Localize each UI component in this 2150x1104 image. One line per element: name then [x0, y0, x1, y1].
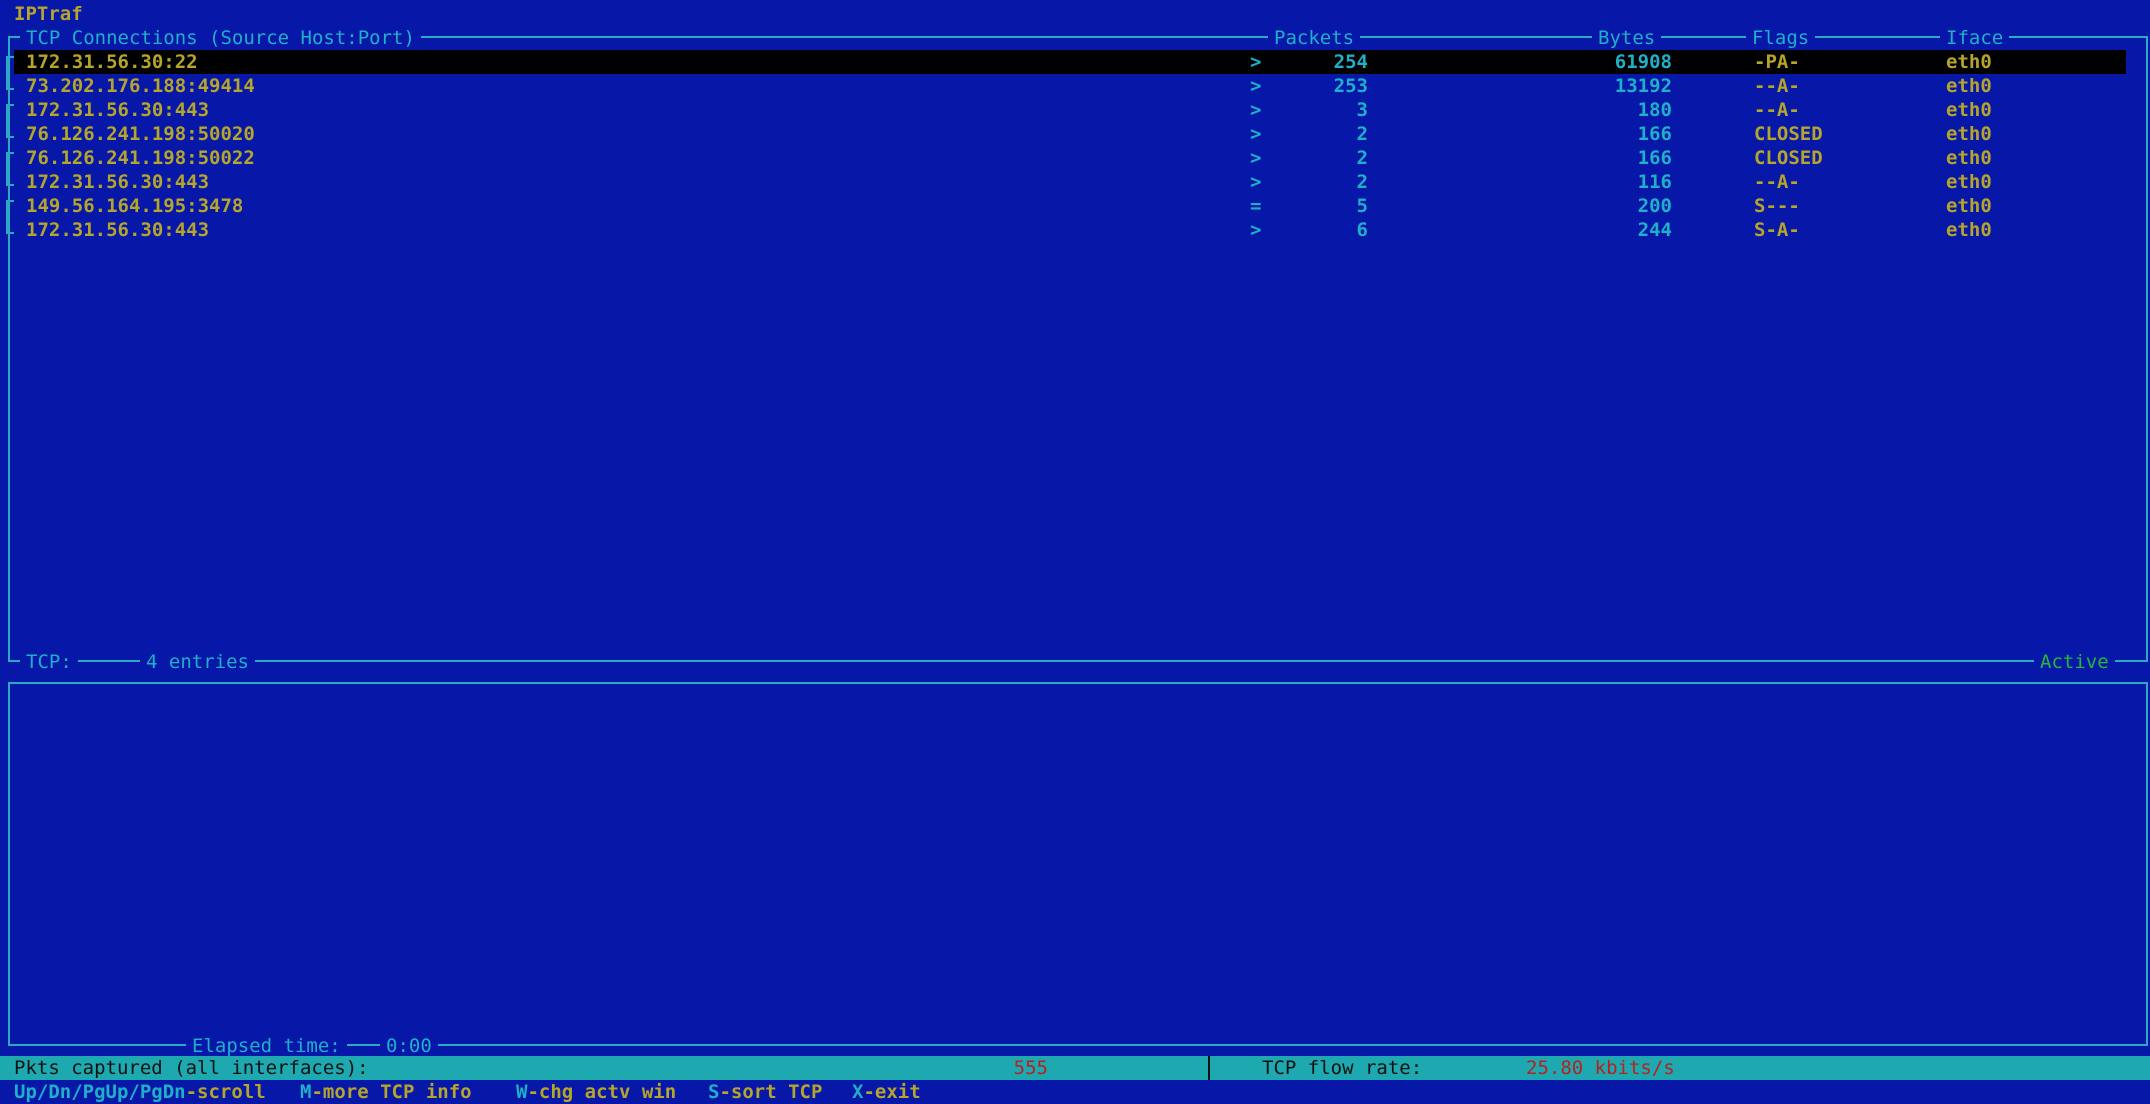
key-hint-more-info[interactable]: M-more TCP info — [300, 1080, 472, 1104]
row-host: 149.56.164.195:3478 — [26, 195, 244, 217]
row-flags: --A- — [1754, 171, 1800, 193]
row-iface: eth0 — [1946, 195, 1992, 217]
row-direction: > — [1250, 171, 1262, 193]
status-bar: Pkts captured (all interfaces): 555 TCP … — [0, 1056, 2150, 1080]
key-help-bar: Up/Dn/PgUp/PgDn-scroll M-more TCP info W… — [0, 1080, 2150, 1104]
row-flags: CLOSED — [1754, 123, 1823, 145]
row-bytes: 244 — [1637, 219, 1672, 241]
column-header-packets[interactable]: Packets — [1268, 26, 1361, 50]
key-hint-action: -exit — [863, 1081, 921, 1103]
row-direction: > — [1250, 51, 1262, 73]
table-row[interactable]: 76.126.241.198:50020 > 2 166 CLOSED eth0 — [14, 122, 2126, 146]
key-hint-change-window[interactable]: W-chg actv win — [516, 1080, 676, 1104]
app-title: IPTraf — [14, 3, 83, 25]
row-iface: eth0 — [1946, 171, 1992, 193]
row-iface: eth0 — [1946, 147, 1992, 169]
row-packets: 3 — [1356, 99, 1368, 121]
key-hint-key: W — [516, 1081, 528, 1103]
key-hint-key: Up/Dn/PgUp/PgDn — [14, 1081, 186, 1103]
active-window-indicator: Active — [2034, 650, 2115, 674]
key-hint-key: X — [852, 1081, 864, 1103]
row-flags: --A- — [1754, 75, 1800, 97]
row-packets: 253 — [1333, 75, 1368, 97]
status-divider — [1208, 1056, 1210, 1080]
key-hint-action: -chg actv win — [527, 1081, 677, 1103]
elapsed-time-label: Elapsed time: — [186, 1034, 347, 1058]
row-packets: 5 — [1356, 195, 1368, 217]
row-packets: 2 — [1356, 123, 1368, 145]
column-header-bytes[interactable]: Bytes — [1592, 26, 1662, 50]
row-flags: CLOSED — [1754, 147, 1823, 169]
row-bytes: 13192 — [1614, 75, 1672, 97]
key-hint-action: -more TCP info — [311, 1081, 472, 1103]
key-hint-key: M — [300, 1081, 312, 1103]
row-iface: eth0 — [1946, 219, 1992, 241]
table-row[interactable]: 172.31.56.30:443 > 2 116 --A- eth0 — [14, 170, 2126, 194]
row-host: 172.31.56.30:443 — [26, 99, 210, 121]
connection-pair-bracket — [6, 56, 14, 90]
row-bytes: 166 — [1637, 147, 1672, 169]
elapsed-time-value: 0:00 — [380, 1034, 438, 1058]
row-flags: S-A- — [1754, 219, 1800, 241]
table-row[interactable]: 149.56.164.195:3478 = 5 200 S--- eth0 — [14, 194, 2126, 218]
packets-captured-value: 555 — [1013, 1057, 1048, 1079]
table-row[interactable]: 172.31.56.30:443 > 6 244 S-A- eth0 — [14, 218, 2126, 242]
row-iface: eth0 — [1946, 99, 1992, 121]
row-direction: > — [1250, 147, 1262, 169]
row-bytes: 180 — [1637, 99, 1672, 121]
connection-pair-bracket — [6, 152, 14, 186]
key-hint-sort[interactable]: S-sort TCP — [708, 1080, 822, 1104]
key-hint-exit[interactable]: X-exit — [852, 1080, 921, 1104]
packets-captured-label: Pkts captured (all interfaces): — [14, 1057, 369, 1079]
row-packets: 2 — [1356, 171, 1368, 193]
row-host: 76.126.241.198:50022 — [26, 147, 255, 169]
row-host: 172.31.56.30:443 — [26, 219, 210, 241]
row-flags: S--- — [1754, 195, 1800, 217]
tcp-entries-count: 4 entries — [140, 650, 255, 674]
other-protocols-window[interactable] — [8, 682, 2148, 1046]
table-row[interactable]: 172.31.56.30:22 > 254 61908 -PA- eth0 — [14, 50, 2126, 74]
tcp-flow-rate-label: TCP flow rate: — [1262, 1057, 1423, 1079]
row-bytes: 166 — [1637, 123, 1672, 145]
row-direction: > — [1250, 75, 1262, 97]
row-direction: > — [1250, 219, 1262, 241]
column-header-iface[interactable]: Iface — [1940, 26, 2010, 50]
row-direction: > — [1250, 99, 1262, 121]
key-hint-action: -scroll — [185, 1081, 266, 1103]
row-host: 172.31.56.30:22 — [26, 51, 198, 73]
table-row[interactable]: 172.31.56.30:443 > 3 180 --A- eth0 — [14, 98, 2126, 122]
key-hint-scroll[interactable]: Up/Dn/PgUp/PgDn-scroll — [14, 1080, 266, 1104]
row-bytes: 61908 — [1614, 51, 1672, 73]
tcp-flow-rate-value: 25.80 kbits/s — [1526, 1057, 1675, 1079]
row-iface: eth0 — [1946, 123, 1992, 145]
row-iface: eth0 — [1946, 75, 1992, 97]
row-packets: 254 — [1333, 51, 1368, 73]
row-flags: --A- — [1754, 99, 1800, 121]
column-header-flags[interactable]: Flags — [1746, 26, 1816, 50]
row-bytes: 116 — [1637, 171, 1672, 193]
connection-pair-bracket — [6, 200, 14, 234]
table-row[interactable]: 73.202.176.188:49414 > 253 13192 --A- et… — [14, 74, 2126, 98]
row-host: 73.202.176.188:49414 — [26, 75, 255, 97]
tcp-count-label: TCP: — [20, 650, 78, 674]
key-hint-key: S — [708, 1081, 720, 1103]
row-flags: -PA- — [1754, 51, 1800, 73]
row-host: 76.126.241.198:50020 — [26, 123, 255, 145]
row-host: 172.31.56.30:443 — [26, 171, 210, 193]
key-hint-action: -sort TCP — [719, 1081, 823, 1103]
table-row[interactable]: 76.126.241.198:50022 > 2 166 CLOSED eth0 — [14, 146, 2126, 170]
row-direction: = — [1250, 195, 1262, 217]
tcp-window-title: TCP Connections (Source Host:Port) — [20, 26, 421, 50]
row-bytes: 200 — [1637, 195, 1672, 217]
row-packets: 6 — [1356, 219, 1368, 241]
row-iface: eth0 — [1946, 51, 1992, 73]
row-packets: 2 — [1356, 147, 1368, 169]
connection-pair-bracket — [6, 104, 14, 138]
row-direction: > — [1250, 123, 1262, 145]
